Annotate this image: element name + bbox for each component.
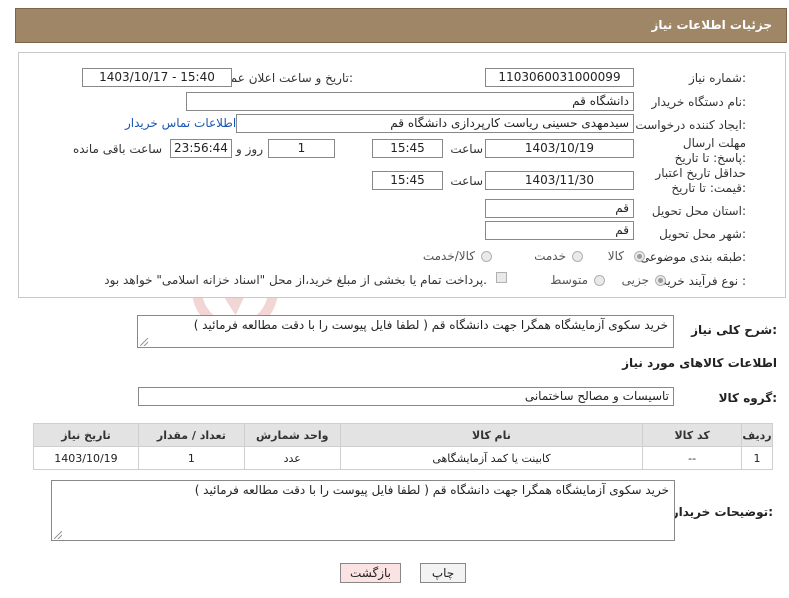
treasury-payment-note: پرداخت تمام یا بخشی از مبلغ خرید،از محل … (104, 273, 487, 287)
category-service-text: خدمت (534, 249, 566, 263)
col-index-header: ردیف (741, 423, 773, 447)
row-index: 1 (741, 446, 773, 470)
process-type-label: نوع فرآیند خرید : (661, 274, 746, 288)
category-goods-text: کالا (607, 249, 624, 263)
province-field: قم (485, 199, 634, 218)
category-goods-service-radio[interactable] (481, 251, 492, 262)
announce-datetime-field: 1403/10/17 - 15:40 (82, 68, 232, 87)
goods-table: ردیف کد کالا نام کالا واحد شمارش تعداد /… (33, 423, 773, 470)
row-name: کابینت یا کمد آزمایشگاهی (339, 446, 644, 470)
col-unit-header: واحد شمارش (243, 423, 341, 447)
requester-label: ایجاد کننده درخواست: (635, 118, 746, 132)
city-field: قم (485, 221, 634, 240)
process-medium-text: متوسط (550, 273, 588, 287)
buyer-org-label: نام دستگاه خریدار: (651, 95, 747, 109)
remaining-days-field: 1 (268, 139, 335, 158)
col-name-header: نام کالا (339, 423, 644, 447)
reply-deadline-label: مهلت ارسال پاسخ: تا تاریخ: (674, 136, 746, 165)
process-partial-text: جزیی (621, 273, 649, 287)
price-validity-label: حداقل تاریخ اعتبار قیمت: تا تاریخ: (655, 166, 746, 195)
days-label: روز و (236, 142, 263, 156)
process-medium-radio[interactable] (594, 275, 605, 286)
category-service-radio[interactable] (572, 251, 583, 262)
buyer-contact-link[interactable]: اطلاعات تماس خریدار (125, 116, 236, 130)
buyer-notes-textarea[interactable]: خرید سکوی آزمایشگاه همگرا جهت دانشگاه قم… (51, 480, 675, 541)
need-summary-label: شرح کلی نیاز: (691, 323, 777, 337)
remaining-time-field: 23:56:44 (170, 139, 232, 158)
buyer-notes-text: خرید سکوی آزمایشگاه همگرا جهت دانشگاه قم… (194, 483, 669, 497)
category-goods-service-text: کالا/خدمت (422, 249, 475, 263)
page-title: جزئیات اطلاعات نیاز (651, 18, 772, 32)
table-header-row: ردیف کد کالا نام کالا واحد شمارش تعداد /… (33, 423, 773, 447)
validity-date-field: 1403/11/30 (485, 171, 634, 190)
validity-time-label: ساعت (450, 174, 483, 188)
treasury-payment-checkbox[interactable] (496, 272, 507, 283)
need-number-field: 1103060031000099 (485, 68, 634, 87)
reply-time-label: ساعت (450, 142, 483, 156)
validity-time-field: 15:45 (372, 171, 443, 190)
remaining-time-label: ساعت باقی مانده (72, 142, 162, 156)
resize-grip-icon[interactable] (140, 338, 148, 346)
reply-date-field: 1403/10/19 (485, 139, 634, 158)
col-code-header: کد کالا (642, 423, 743, 447)
resize-grip-icon[interactable] (54, 531, 62, 539)
need-summary-text: خرید سکوی آزمایشگاه همگرا جهت دانشگاه قم… (193, 318, 668, 332)
row-qty: 1 (137, 446, 245, 470)
need-summary-textarea[interactable]: خرید سکوی آزمایشگاه همگرا جهت دانشگاه قم… (137, 315, 674, 348)
row-code: -- (642, 446, 743, 470)
category-label: طبقه بندی موضوعی: (639, 250, 746, 264)
back-button[interactable]: بازگشت (340, 563, 401, 583)
table-row: 1 -- کابینت یا کمد آزمایشگاهی عدد 1 1403… (33, 446, 773, 470)
buyer-org-field: دانشگاه قم (186, 92, 634, 111)
page-header: جزئیات اطلاعات نیاز (15, 8, 787, 43)
goods-group-label: گروه کالا: (718, 391, 777, 405)
requester-field: سیدمهدی حسینی ریاست کارپردازی دانشگاه قم (236, 114, 634, 133)
reply-time-field: 15:45 (372, 139, 443, 158)
city-label: شهر محل تحویل: (659, 227, 746, 241)
category-goods-radio[interactable] (634, 251, 645, 262)
goods-section-title: اطلاعات کالاهای مورد نیاز (622, 356, 777, 370)
process-partial-radio[interactable] (655, 275, 666, 286)
col-qty-header: تعداد / مقدار (137, 423, 245, 447)
province-label: استان محل تحویل: (651, 204, 746, 218)
print-button[interactable]: چاپ (420, 563, 466, 583)
buyer-notes-label: توضیحات خریدار: (671, 505, 773, 519)
goods-group-field: تاسیسات و مصالح ساختمانی (138, 387, 674, 406)
need-number-label: شماره نیاز: (688, 71, 746, 85)
col-date-header: تاریخ نیاز (33, 423, 139, 447)
row-unit: عدد (243, 446, 341, 470)
row-date: 1403/10/19 (33, 446, 139, 470)
